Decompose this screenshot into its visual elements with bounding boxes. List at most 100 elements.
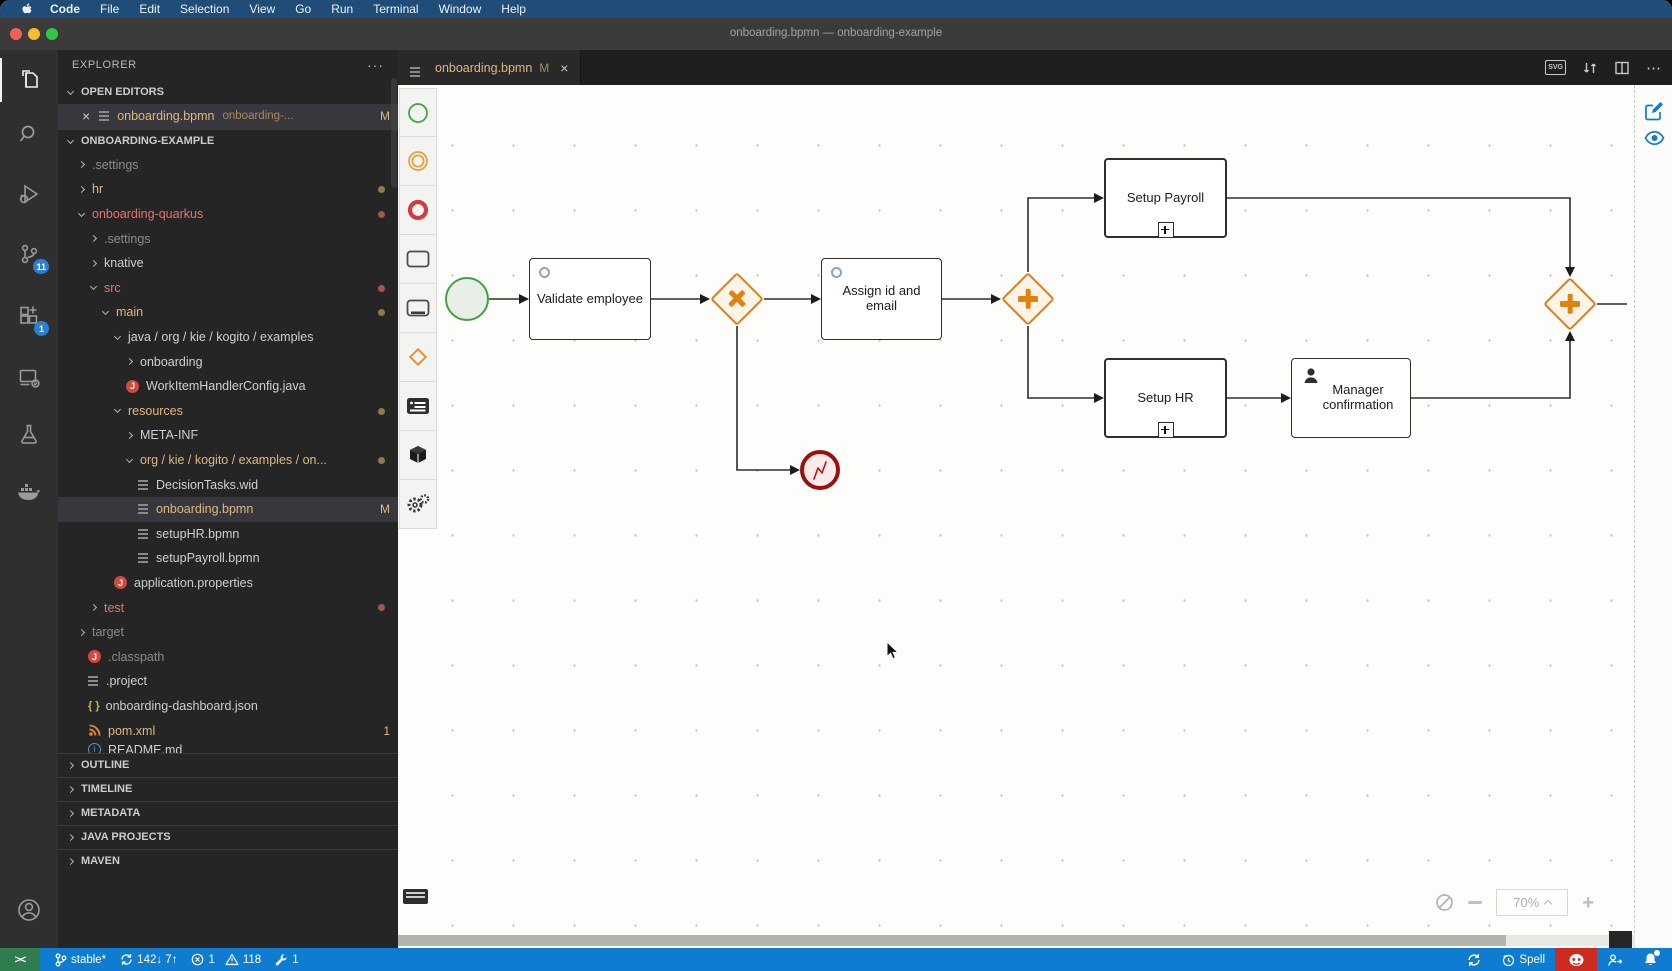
tree-item-application-properties[interactable]: Japplication.properties (58, 571, 398, 596)
zoom-level-select[interactable]: 70% (1496, 889, 1569, 916)
tree-item-onboarding[interactable]: onboarding (58, 349, 398, 374)
explorer-icon[interactable] (0, 58, 58, 102)
tree-item-settings[interactable]: .settings (58, 153, 398, 178)
tree-item-target[interactable]: target (58, 620, 398, 645)
search-icon[interactable] (0, 112, 58, 156)
source-control-icon[interactable]: 11 (0, 232, 58, 276)
palette-intermediate-event-icon[interactable] (399, 137, 437, 186)
tree-item-workitemhandler[interactable]: J WorkItemHandlerConfig.java (58, 374, 398, 399)
menu-code[interactable]: Code (40, 2, 90, 16)
tree-item-classpath[interactable]: J .classpath (58, 644, 398, 669)
close-editor-icon[interactable]: × (82, 108, 90, 124)
metadata-section[interactable]: METADATA (58, 800, 398, 825)
java-projects-section[interactable]: JAVA PROJECTS (58, 824, 398, 849)
remote-explorer-icon[interactable] (0, 356, 58, 400)
tree-item-hr[interactable]: hr (58, 177, 398, 202)
test-beaker-icon[interactable] (0, 412, 58, 456)
bpmn-task-assign-id-email[interactable]: Assign id and email (821, 258, 942, 340)
run-debug-icon[interactable] (0, 172, 58, 216)
bpmn-subprocess-setup-payroll[interactable]: Setup Payroll (1104, 158, 1227, 238)
subprocess-expand-icon[interactable] (1157, 222, 1174, 238)
keyboard-shortcuts-icon[interactable] (403, 889, 428, 904)
menu-selection[interactable]: Selection (170, 2, 239, 16)
tree-item-org-kie-path[interactable]: org / kie / kogito / examples / on... (58, 448, 398, 473)
sidebar-scrollbar[interactable] (391, 78, 397, 188)
menu-file[interactable]: File (90, 2, 129, 16)
tab-onboarding-bpmn[interactable]: onboarding.bpmn M × (398, 50, 582, 85)
preview-eye-icon[interactable] (1644, 130, 1665, 146)
remote-indicator[interactable]: >< (0, 948, 40, 971)
bpmn-canvas[interactable]: Validate employee Assign id and email Se… (398, 85, 1672, 948)
tree-item-resources[interactable]: resources (58, 399, 398, 424)
scrollbar-thumb[interactable] (398, 935, 1506, 946)
tools-status[interactable]: 1 (275, 953, 299, 966)
palette-subprocess-icon[interactable] (399, 284, 437, 333)
bpmn-start-event[interactable] (445, 277, 489, 321)
tree-item-main[interactable]: main (58, 300, 398, 325)
edit-properties-icon[interactable] (1644, 101, 1664, 121)
tree-item-onboarding-bpmn[interactable]: onboarding.bpmn M (58, 496, 398, 522)
palette-form-icon[interactable] (399, 382, 437, 431)
git-branch-status[interactable]: stable* (54, 953, 106, 967)
outline-section[interactable]: OUTLINE (58, 752, 398, 777)
tree-item-knative[interactable]: knative (58, 251, 398, 276)
account-icon[interactable] (0, 888, 58, 932)
tab-close-icon[interactable]: × (560, 60, 568, 76)
live-share-status[interactable] (1607, 953, 1623, 967)
menu-edit[interactable]: Edit (129, 2, 170, 16)
docker-icon[interactable] (0, 470, 58, 514)
tree-item-onboarding-quarkus[interactable]: onboarding-quarkus (58, 202, 398, 227)
menu-view[interactable]: View (239, 2, 285, 16)
extensions-icon[interactable]: 1 (0, 294, 58, 338)
problems-status[interactable]: 1 118 (191, 953, 261, 966)
palette-artifact-cube-icon[interactable] (399, 431, 437, 480)
bpmn-user-task-manager-confirmation[interactable]: Manager confirmation (1291, 358, 1411, 438)
notifications-bell[interactable] (1643, 950, 1660, 967)
timeline-section[interactable]: TIMELINE (58, 776, 398, 801)
tree-item-setuppayroll-bpmn[interactable]: setupPayroll.bpmn (58, 546, 398, 571)
explorer-more-actions[interactable]: ··· (367, 57, 384, 73)
tree-item-settings2[interactable]: .settings (58, 226, 398, 251)
tree-item-dashboard-json[interactable]: { } onboarding-dashboard.json (58, 694, 398, 719)
project-root-header[interactable]: ONBOARDING-EXAMPLE (58, 128, 398, 153)
redhat-extension-status[interactable] (1555, 948, 1597, 971)
tree-item-setuphr-bpmn[interactable]: setupHR.bpmn (58, 522, 398, 547)
open-editor-item[interactable]: × onboarding.bpmn onboarding-... M (58, 104, 398, 129)
maven-section[interactable]: MAVEN (58, 848, 398, 873)
compare-changes-icon[interactable] (1582, 60, 1598, 76)
zoom-in-icon[interactable]: + (1582, 893, 1594, 913)
zoom-out-icon[interactable] (1468, 901, 1483, 904)
menu-window[interactable]: Window (429, 2, 492, 16)
tree-item-project-file[interactable]: .project (58, 669, 398, 694)
bpmn-task-validate-employee[interactable]: Validate employee (529, 258, 651, 340)
palette-task-icon[interactable] (399, 235, 437, 284)
palette-service-tasks-icon[interactable] (399, 480, 437, 529)
tree-item-src[interactable]: src (58, 276, 398, 301)
tree-item-readme[interactable]: i README.md (58, 742, 398, 753)
apple-menu-icon[interactable] (14, 2, 40, 16)
tree-item-test[interactable]: test (58, 595, 398, 620)
tree-item-pom-xml[interactable]: pom.xml 1 (58, 718, 398, 743)
palette-end-event-icon[interactable] (399, 186, 437, 235)
git-sync-status[interactable]: 142↓ 7↑ (120, 953, 177, 966)
menu-help[interactable]: Help (491, 2, 536, 16)
bpmn-error-end-event[interactable] (800, 450, 840, 490)
bpmn-subprocess-setup-hr[interactable]: Setup HR (1104, 358, 1227, 438)
sync-views-icon[interactable] (1467, 953, 1481, 967)
svg-preview-icon[interactable]: SVG (1545, 60, 1566, 75)
palette-start-event-icon[interactable] (399, 88, 437, 137)
tree-item-meta-inf[interactable]: META-INF (58, 423, 398, 448)
spell-checker-status[interactable]: Spell (1501, 953, 1545, 967)
open-editors-header[interactable]: OPEN EDITORS (58, 80, 398, 104)
menu-run[interactable]: Run (321, 2, 363, 16)
tree-item-java-path[interactable]: java / org / kie / kogito / examples (58, 325, 398, 350)
split-editor-icon[interactable] (1614, 60, 1630, 76)
subprocess-expand-icon[interactable] (1157, 422, 1174, 438)
menu-terminal[interactable]: Terminal (363, 2, 428, 16)
palette-gateway-icon[interactable] (399, 333, 437, 382)
canvas-horizontal-scrollbar[interactable] (398, 935, 1635, 946)
zoom-reset-icon[interactable] (1435, 893, 1454, 912)
menu-go[interactable]: Go (285, 2, 321, 16)
more-actions-icon[interactable]: ⋯ (1646, 59, 1662, 77)
tree-item-decisiontasks[interactable]: DecisionTasks.wid (58, 472, 398, 497)
